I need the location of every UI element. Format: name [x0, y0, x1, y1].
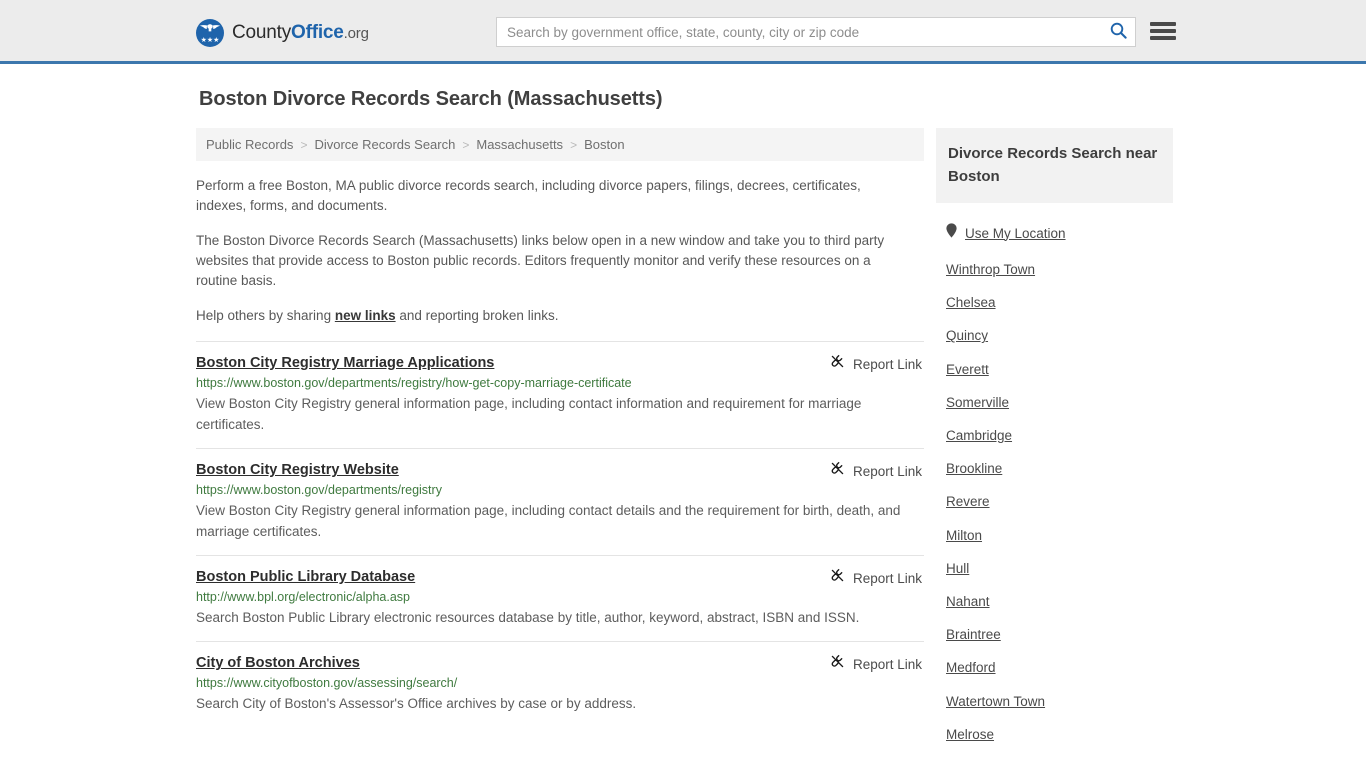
nearby-city-links: Winthrop Town Chelsea Quincy Everett Som…	[936, 243, 1173, 751]
hamburger-bar	[1150, 36, 1176, 40]
breadcrumb-item-divorce-records-search[interactable]: Divorce Records Search	[314, 137, 455, 152]
result-description: Search Boston Public Library electronic …	[196, 610, 860, 625]
sidebar-link-winthrop-town[interactable]: Winthrop Town	[936, 253, 1173, 286]
sidebar-link-watertown-town[interactable]: Watertown Town	[936, 684, 1173, 717]
sidebar-link-hull[interactable]: Hull	[936, 552, 1173, 585]
report-link-label: Report Link	[852, 356, 922, 372]
hamburger-bar	[1150, 22, 1176, 26]
result-list: Boston City Registry Marriage Applicatio…	[196, 341, 924, 727]
search-icon	[1110, 22, 1127, 42]
result-item: Boston Public Library Database http://ww…	[196, 555, 924, 641]
sidebar: Divorce Records Search near Boston Use M…	[936, 128, 1173, 751]
report-link-button[interactable]: Report Link	[830, 568, 922, 588]
result-title-link[interactable]: City of Boston Archives	[196, 655, 360, 671]
broken-link-icon	[830, 354, 845, 374]
sidebar-link-brookline[interactable]: Brookline	[936, 452, 1173, 485]
logo-text-org: .org	[343, 25, 369, 42]
sidebar-link-chelsea[interactable]: Chelsea	[936, 286, 1173, 319]
result-url[interactable]: https://www.boston.gov/departments/regis…	[196, 483, 924, 497]
result-description: View Boston City Registry general inform…	[196, 396, 862, 432]
breadcrumb-item-massachusetts[interactable]: Massachusetts	[476, 137, 563, 152]
sidebar-link-somerville[interactable]: Somerville	[936, 386, 1173, 419]
sidebar-link-revere[interactable]: Revere	[936, 485, 1173, 518]
search-bar[interactable]	[496, 17, 1136, 47]
result-url[interactable]: https://www.cityofboston.gov/assessing/s…	[196, 676, 924, 690]
hamburger-bar	[1150, 29, 1176, 33]
page-body: Boston Divorce Records Search (Massachus…	[0, 64, 1366, 742]
new-links-link[interactable]: new links	[335, 308, 396, 323]
sidebar-heading: Divorce Records Search near Boston	[936, 128, 1173, 203]
sidebar-link-cambridge[interactable]: Cambridge	[936, 419, 1173, 452]
search-input[interactable]	[497, 18, 1101, 46]
eagle-seal-icon: ★★★	[196, 19, 224, 47]
map-pin-icon	[946, 223, 957, 243]
result-item: City of Boston Archives https://www.city…	[196, 641, 924, 727]
report-link-button[interactable]: Report Link	[830, 461, 922, 481]
result-title-link[interactable]: Boston City Registry Marriage Applicatio…	[196, 355, 494, 371]
logo-wordmark: CountyOffice.org	[232, 22, 369, 44]
report-link-label: Report Link	[852, 570, 922, 586]
result-description: Search City of Boston's Assessor's Offic…	[196, 696, 637, 711]
breadcrumb: Public Records > Divorce Records Search …	[196, 128, 924, 161]
breadcrumb-item-public-records[interactable]: Public Records	[206, 137, 293, 152]
sidebar-link-quincy[interactable]: Quincy	[936, 319, 1173, 352]
report-link-button[interactable]: Report Link	[830, 654, 922, 674]
search-button[interactable]	[1101, 18, 1135, 46]
main-content: Public Records > Divorce Records Search …	[196, 128, 924, 727]
broken-link-icon	[830, 568, 845, 588]
broken-link-icon	[830, 461, 845, 481]
sidebar-link-braintree[interactable]: Braintree	[936, 618, 1173, 651]
intro-paragraph-3: Help others by sharing new links and rep…	[196, 306, 908, 326]
use-my-location-label: Use My Location	[965, 225, 1066, 241]
intro-paragraph-3-post: and reporting broken links.	[395, 308, 559, 323]
intro-paragraph-1: Perform a free Boston, MA public divorce…	[196, 178, 861, 213]
result-url[interactable]: http://www.bpl.org/electronic/alpha.asp	[196, 590, 924, 604]
result-url[interactable]: https://www.boston.gov/departments/regis…	[196, 376, 924, 390]
breadcrumb-item-boston[interactable]: Boston	[584, 137, 624, 152]
sidebar-link-medford[interactable]: Medford	[936, 651, 1173, 684]
report-link-label: Report Link	[852, 463, 922, 479]
logo-text-county: County	[232, 22, 292, 43]
breadcrumb-separator: >	[462, 137, 470, 152]
report-link-button[interactable]: Report Link	[830, 354, 922, 374]
result-item: Boston City Registry Website https://www…	[196, 448, 924, 555]
result-title-link[interactable]: Boston Public Library Database	[196, 569, 415, 585]
logo-text-office: Office	[291, 22, 344, 43]
page-title: Boston Divorce Records Search (Massachus…	[199, 88, 663, 110]
breadcrumb-separator: >	[300, 137, 308, 152]
stars-glyph: ★★★	[200, 37, 220, 44]
site-header: ★★★ CountyOffice.org	[0, 0, 1366, 64]
sidebar-link-nahant[interactable]: Nahant	[936, 585, 1173, 618]
intro-paragraph-2: The Boston Divorce Records Search (Massa…	[196, 233, 885, 288]
intro-paragraph-3-pre: Help others by sharing	[196, 308, 335, 323]
result-item: Boston City Registry Marriage Applicatio…	[196, 341, 924, 448]
use-my-location-button[interactable]: Use My Location	[936, 203, 1173, 243]
breadcrumb-separator: >	[570, 137, 578, 152]
site-logo[interactable]: ★★★ CountyOffice.org	[196, 19, 369, 47]
report-link-label: Report Link	[852, 656, 922, 672]
intro-section: Perform a free Boston, MA public divorce…	[196, 161, 924, 326]
sidebar-link-everett[interactable]: Everett	[936, 353, 1173, 386]
result-title-link[interactable]: Boston City Registry Website	[196, 462, 399, 478]
sidebar-link-melrose[interactable]: Melrose	[936, 718, 1173, 751]
sidebar-link-milton[interactable]: Milton	[936, 519, 1173, 552]
broken-link-icon	[830, 654, 845, 674]
hamburger-menu-icon[interactable]	[1150, 20, 1176, 42]
result-description: View Boston City Registry general inform…	[196, 503, 901, 539]
